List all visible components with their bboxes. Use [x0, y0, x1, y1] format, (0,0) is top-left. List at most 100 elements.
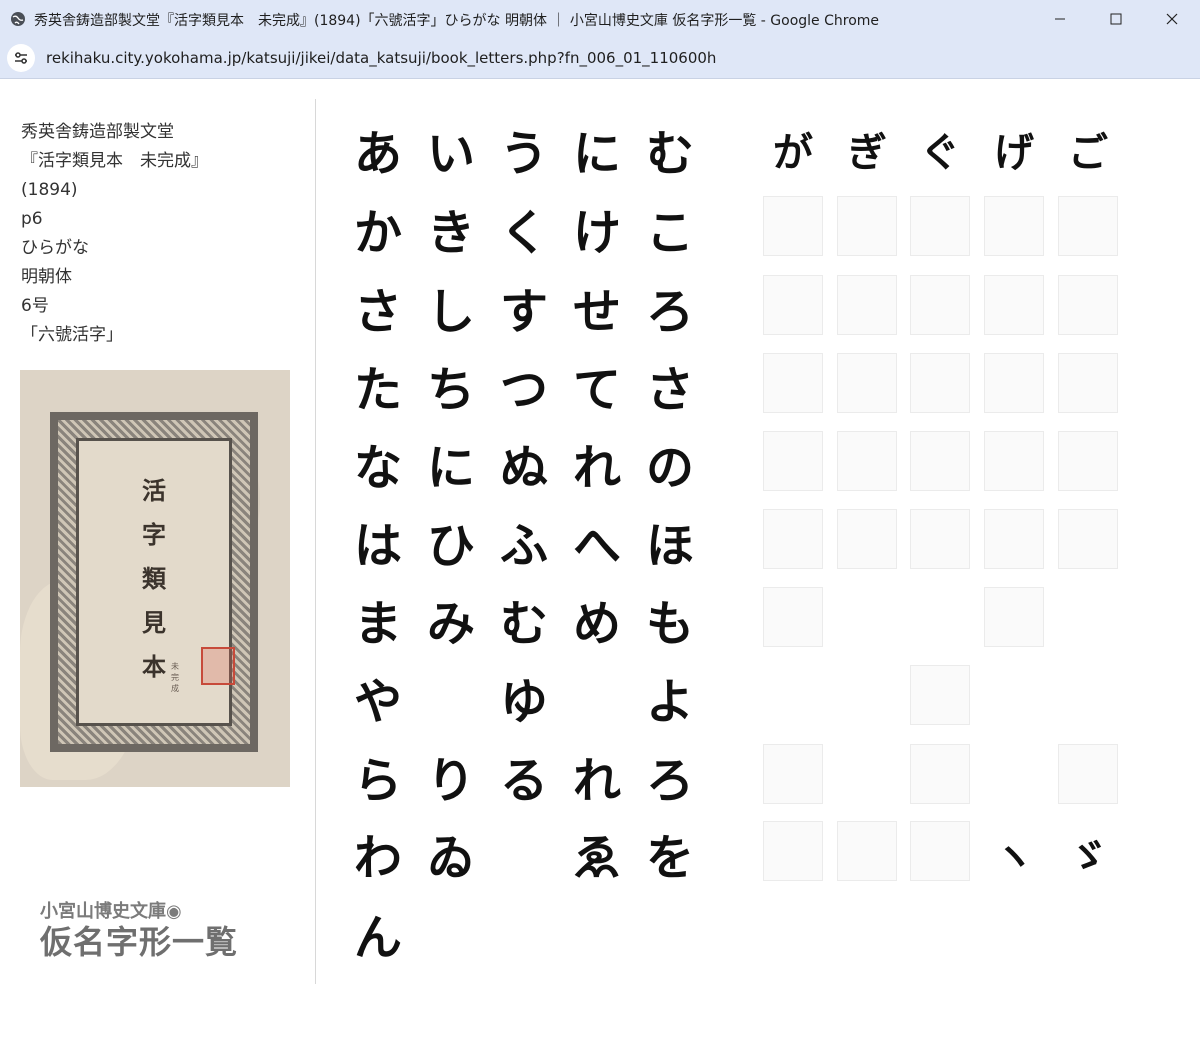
empty-glyph-cell [1058, 275, 1118, 335]
red-seal-stamp [201, 647, 235, 685]
kana-glyph: や [353, 674, 402, 730]
kana-glyph: た [353, 362, 402, 418]
book-metadata: 秀英舎鋳造部製文堂 『活字類見本 未完成』 (1894) p6 ひらがな 明朝体… [21, 118, 301, 350]
voiced-kana-glyph: が [773, 129, 813, 176]
globe-icon [10, 11, 26, 27]
kana-glyph: ひ [426, 518, 475, 574]
kana-glyph: よ [645, 674, 694, 730]
page-number: p6 [21, 209, 43, 229]
empty-glyph-cell [763, 275, 823, 335]
maximize-button[interactable] [1088, 0, 1144, 38]
typeface: 明朝体 [21, 267, 72, 287]
empty-glyph-cell [1058, 431, 1118, 491]
kana-glyph: つ [499, 362, 548, 418]
kana-glyph: さ [353, 284, 402, 340]
kana-glyph: す [499, 284, 548, 340]
voiced-kana-glyph: ご [1068, 129, 1108, 176]
empty-glyph-cell [837, 196, 897, 256]
url-text[interactable]: rekihaku.city.yokohama.jp/katsuji/jikei/… [46, 49, 716, 67]
kana-glyph: き [426, 205, 475, 261]
kana-glyph: ろ [645, 753, 694, 809]
kana-glyph: わ [353, 830, 402, 886]
kana-glyph: か [353, 205, 402, 261]
kana-glyph: ほ [645, 518, 694, 574]
iteration-mark-glyph: ヽ [994, 833, 1034, 880]
minimize-button[interactable] [1032, 0, 1088, 38]
kana-glyph: も [645, 596, 694, 652]
kana-glyph: め [572, 596, 621, 652]
kana-glyph: ら [353, 753, 402, 809]
kana-glyph: ぬ [499, 440, 548, 496]
kana-glyph: ゑ [572, 830, 621, 886]
site-info-button[interactable] [7, 44, 35, 72]
empty-glyph-cell [910, 275, 970, 335]
kana-glyph: い [426, 126, 475, 182]
kana-glyph: む [645, 126, 694, 182]
voiced-kana-glyph: ぎ [847, 129, 887, 176]
script-type: ひらがな [21, 238, 89, 258]
empty-glyph-cell [837, 431, 897, 491]
publisher: 秀英舎鋳造部製文堂 [21, 122, 174, 142]
cover-subtitle: 未完成 [171, 662, 179, 693]
kana-glyph: て [572, 362, 621, 418]
kana-glyph: せ [572, 284, 621, 340]
cover-title: 活字類見本 [142, 476, 166, 681]
kana-glyph: る [499, 753, 548, 809]
empty-glyph-cell [837, 353, 897, 413]
empty-glyph-cell [837, 509, 897, 569]
cover-border: 活字類見本 未完成 [50, 412, 258, 752]
divider [315, 99, 316, 984]
kana-glyph: あ [353, 126, 402, 182]
kana-glyph: ん [353, 910, 402, 966]
site-logo[interactable]: 仮名字形一覧 [40, 917, 238, 963]
voiced-kana-glyph: ぐ [920, 129, 960, 176]
empty-glyph-cell [910, 431, 970, 491]
kana-glyph: に [426, 440, 475, 496]
kana-glyph: れ [572, 753, 621, 809]
book-title: 『活字類見本 未完成』 [21, 151, 208, 171]
close-button[interactable] [1144, 0, 1200, 38]
kana-glyph: を [645, 830, 694, 886]
kana-glyph: み [426, 596, 475, 652]
window-title: 秀英舎鋳造部製文堂『活字類見本 未完成』(1894)「六號活字」ひらがな 明朝体… [34, 13, 880, 29]
empty-glyph-cell [984, 353, 1044, 413]
kana-glyph: の [645, 440, 694, 496]
empty-glyph-cell [984, 431, 1044, 491]
kana-glyph: う [499, 126, 548, 182]
kana-glyph: し [426, 284, 475, 340]
kana-glyph: こ [645, 205, 694, 261]
empty-glyph-cell [837, 275, 897, 335]
type-name: 「六號活字」 [21, 325, 123, 345]
empty-glyph-cell [763, 431, 823, 491]
empty-glyph-cell [984, 196, 1044, 256]
book-cover-image: 活字類見本 未完成 [20, 370, 290, 787]
empty-glyph-cell [763, 509, 823, 569]
kana-glyph: ふ [499, 518, 548, 574]
kana-glyph: は [353, 518, 402, 574]
empty-glyph-cell [763, 353, 823, 413]
empty-glyph-cell [984, 509, 1044, 569]
kana-glyph: け [572, 205, 621, 261]
kana-glyph: く [499, 205, 548, 261]
kana-glyph: さ [645, 362, 694, 418]
kana-glyph: む [499, 596, 548, 652]
empty-glyph-cell [910, 196, 970, 256]
tune-icon [15, 52, 27, 64]
kana-glyph: ち [426, 362, 475, 418]
kana-glyph: へ [572, 518, 621, 574]
empty-glyph-cell [984, 275, 1044, 335]
empty-glyph-cell [984, 587, 1044, 647]
kana-glyph: ゆ [499, 674, 548, 730]
empty-glyph-cell [910, 744, 970, 804]
empty-glyph-cell [910, 509, 970, 569]
empty-glyph-cell [763, 744, 823, 804]
empty-glyph-cell [1058, 353, 1118, 413]
kana-glyph: ゐ [426, 830, 475, 886]
title-bar: 秀英舎鋳造部製文堂『活字類見本 未完成』(1894)「六號活字」ひらがな 明朝体… [0, 0, 1200, 38]
empty-glyph-cell [837, 821, 897, 881]
empty-glyph-cell [763, 196, 823, 256]
address-bar: rekihaku.city.yokohama.jp/katsuji/jikei/… [0, 38, 1200, 79]
kana-glyph: な [353, 440, 402, 496]
empty-glyph-cell [763, 821, 823, 881]
kana-glyph: ま [353, 596, 402, 652]
